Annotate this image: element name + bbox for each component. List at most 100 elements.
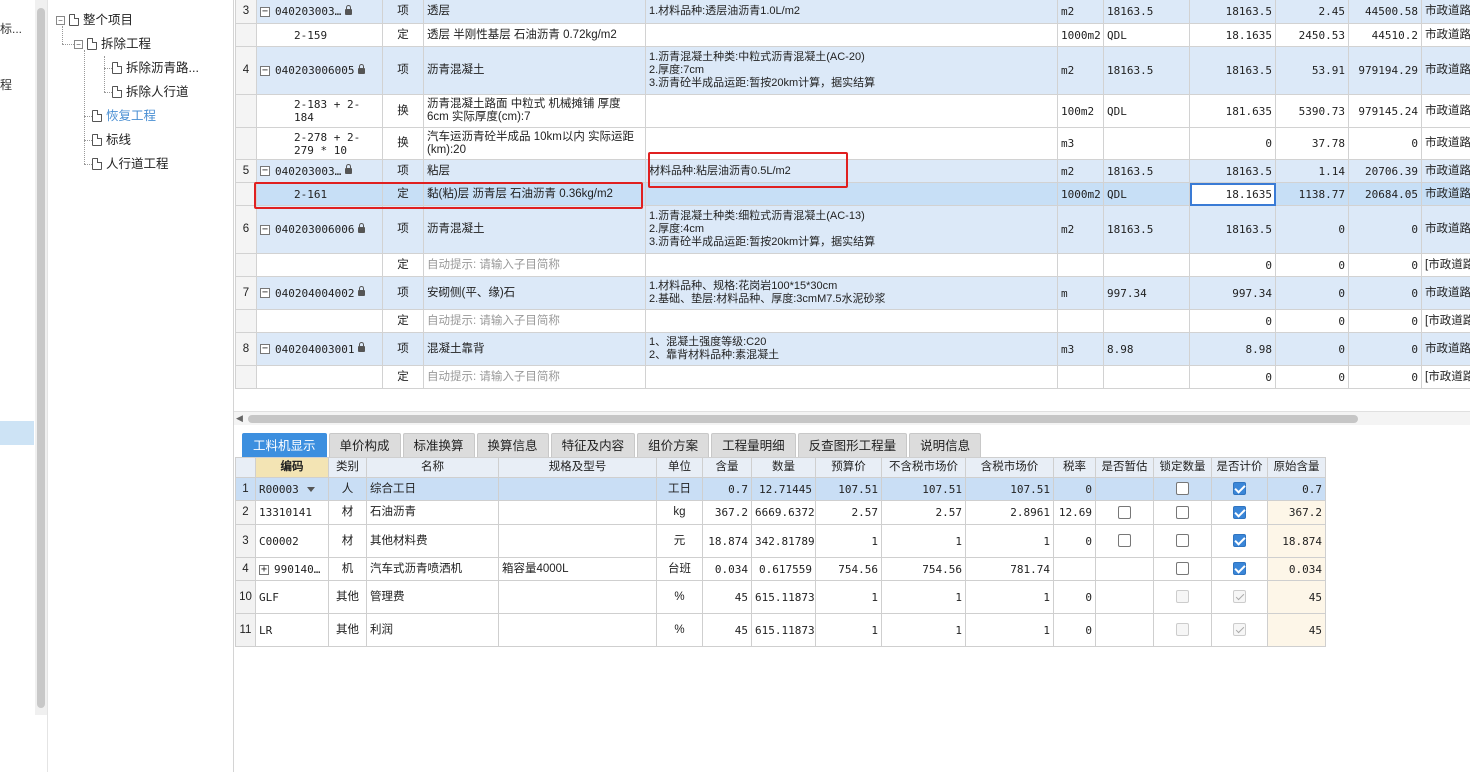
column-header[interactable]: 规格及型号	[498, 457, 657, 478]
type-cell[interactable]: 项	[382, 46, 424, 95]
unit-cell[interactable]	[1057, 253, 1104, 277]
is-priced-checkbox[interactable]	[1233, 534, 1246, 548]
is-priced-cell[interactable]	[1211, 580, 1268, 614]
code-cell[interactable]: −040203006006	[256, 205, 383, 254]
estimate-checkbox[interactable]	[1118, 534, 1131, 548]
type-cell[interactable]: 定	[382, 182, 424, 206]
bill-item-row[interactable]: 8−040204003001 项混凝土靠背 1、混凝土强度等级:C20 2、靠背材料品…	[235, 332, 1470, 366]
type-cell[interactable]: 项	[382, 276, 424, 310]
left-strip-item[interactable]: 程	[0, 76, 12, 93]
bill-item-row[interactable]: 5−040203003… 项粘层 材料品种:粘层油沥青0.5L/m2 m2 18163.…	[235, 159, 1470, 183]
type-cell[interactable]: 定	[382, 309, 424, 333]
lock-quantity-cell[interactable]	[1153, 477, 1212, 501]
resource-row[interactable]: 10 GLF 其他 管理费% 45 615.118734 1 1 1 0 45	[235, 580, 1326, 614]
total-cell[interactable]: 0	[1348, 205, 1422, 254]
feature-cell[interactable]	[645, 253, 1058, 277]
type-cell[interactable]: 换	[382, 94, 424, 128]
mkt_ex-cell[interactable]: 1	[881, 613, 966, 647]
price-cell[interactable]: 1138.77	[1275, 182, 1349, 206]
column-header[interactable]: 单位	[656, 457, 703, 478]
mkt_ex-cell[interactable]: 1	[881, 524, 966, 558]
tab-4[interactable]: 换算信息	[476, 433, 549, 457]
original-content-cell[interactable]: 0.7	[1267, 477, 1326, 501]
quota-row[interactable]: 定自动提示: 请输入子目简称 0 0 0 [市政道路	[235, 253, 1470, 277]
tax-cell[interactable]: 0	[1053, 524, 1096, 558]
expr-cell[interactable]	[1103, 253, 1190, 277]
type-cell[interactable]: 项	[382, 205, 424, 254]
unit-cell[interactable]: 元	[656, 524, 703, 558]
price-cell[interactable]: 0	[1275, 332, 1349, 366]
is-priced-cell[interactable]	[1211, 477, 1268, 501]
major-cell[interactable]: 市政道路	[1421, 276, 1470, 310]
tab-8[interactable]: 反查图形工程量	[797, 433, 908, 457]
code-cell[interactable]: −040203006005	[256, 46, 383, 95]
quota-row[interactable]: 定自动提示: 请输入子目简称 0 0 0 [市政道路	[235, 365, 1470, 389]
original-content-cell[interactable]: 45	[1267, 613, 1326, 647]
collapse-icon[interactable]: −	[260, 288, 270, 298]
name-cell[interactable]: 混凝土靠背	[423, 332, 646, 366]
major-cell[interactable]: 市政道路	[1421, 0, 1470, 24]
unit-cell[interactable]: m2	[1057, 0, 1104, 24]
column-header[interactable]: 是否暂估	[1095, 457, 1154, 478]
name-cell[interactable]: 粘层	[423, 159, 646, 183]
qty-cell[interactable]: 8.98	[1189, 332, 1276, 366]
original-content-cell[interactable]: 0.034	[1267, 557, 1326, 581]
budget-cell[interactable]: 1	[815, 580, 882, 614]
price-cell[interactable]: 53.91	[1275, 46, 1349, 95]
budget-cell[interactable]: 754.56	[815, 557, 882, 581]
tree-node-demolish-sidewalk[interactable]: 拆除人行道	[112, 81, 189, 103]
is-estimate-cell[interactable]	[1095, 580, 1154, 614]
quota-row[interactable]: 2-183 + 2-184 换沥青混凝土路面 中粒式 机械摊铺 厚度6cm 实际厚…	[235, 94, 1470, 128]
code-cell[interactable]: 2-161	[256, 182, 383, 206]
price-cell[interactable]: 37.78	[1275, 127, 1349, 160]
total-cell[interactable]: 44500.58	[1348, 0, 1422, 24]
expr-cell[interactable]: 18163.5	[1103, 159, 1190, 183]
total-cell[interactable]: 0	[1348, 309, 1422, 333]
bill-item-row[interactable]: 4−040203006005 项沥青混凝土 1.沥青混凝土种类:中粒式沥青混凝土(A…	[235, 46, 1470, 95]
collapse-icon[interactable]: −	[74, 39, 83, 49]
qty-cell[interactable]: 18163.5	[1189, 205, 1276, 254]
expr-cell[interactable]: QDL	[1103, 94, 1190, 128]
category-cell[interactable]: 材	[328, 500, 367, 525]
lock-quantity-checkbox[interactable]	[1176, 562, 1189, 576]
lock-quantity-checkbox[interactable]	[1176, 534, 1189, 548]
total-cell[interactable]: 0	[1348, 276, 1422, 310]
scroll-thumb[interactable]	[248, 415, 1358, 423]
major-cell[interactable]: 市政道路	[1421, 46, 1470, 95]
major-cell[interactable]: 市政道路	[1421, 332, 1470, 366]
price-cell[interactable]: 1.14	[1275, 159, 1349, 183]
expr-cell[interactable]	[1103, 127, 1190, 160]
resource-row[interactable]: 3 C00002 材其他材料费元 18.874 342.817899 1 1 1 0 18.874	[235, 524, 1326, 558]
category-cell[interactable]: 机	[328, 557, 367, 581]
tab-2[interactable]: 单价构成	[328, 433, 401, 457]
code-cell[interactable]: 2-278 + 2-279 * 10	[256, 127, 383, 160]
is-priced-cell[interactable]	[1211, 524, 1268, 558]
type-cell[interactable]: 项	[382, 332, 424, 366]
qty-cell[interactable]: 18163.5	[1189, 0, 1276, 24]
total-cell[interactable]: 20706.39	[1348, 159, 1422, 183]
code-cell[interactable]: LR	[255, 613, 329, 647]
code-cell[interactable]: GLF	[255, 580, 329, 614]
content-cell[interactable]: 0.7	[702, 477, 752, 501]
expr-cell[interactable]: QDL	[1103, 182, 1190, 206]
major-cell[interactable]: 市政道路	[1421, 159, 1470, 183]
unit-cell[interactable]: 工日	[656, 477, 703, 501]
is-estimate-cell[interactable]	[1095, 524, 1154, 558]
horizontal-scrollbar[interactable]: ◀	[234, 411, 1470, 425]
type-cell[interactable]: 定	[382, 365, 424, 389]
spec-cell[interactable]	[498, 477, 657, 501]
tax-cell[interactable]: 0	[1053, 477, 1096, 501]
unit-cell[interactable]	[1057, 365, 1104, 389]
lock-quantity-checkbox[interactable]	[1176, 505, 1189, 519]
tab-7[interactable]: 工程量明细	[711, 433, 796, 457]
budget-cell[interactable]: 1	[815, 524, 882, 558]
type-cell[interactable]: 定	[382, 23, 424, 47]
price-cell[interactable]: 2450.53	[1275, 23, 1349, 47]
expand-icon[interactable]: +	[259, 564, 269, 575]
feature-cell[interactable]	[645, 182, 1058, 206]
quantity-cell[interactable]: 615.118734	[751, 580, 816, 614]
name-cell[interactable]: 其他材料费	[366, 524, 499, 558]
unit-cell[interactable]: %	[656, 580, 703, 614]
feature-cell[interactable]: 1.材料品种、规格:花岗岩100*15*30cm 2.基础、垫层:材料品种、厚度:…	[645, 276, 1058, 310]
major-cell[interactable]: 市政道路	[1421, 205, 1470, 254]
